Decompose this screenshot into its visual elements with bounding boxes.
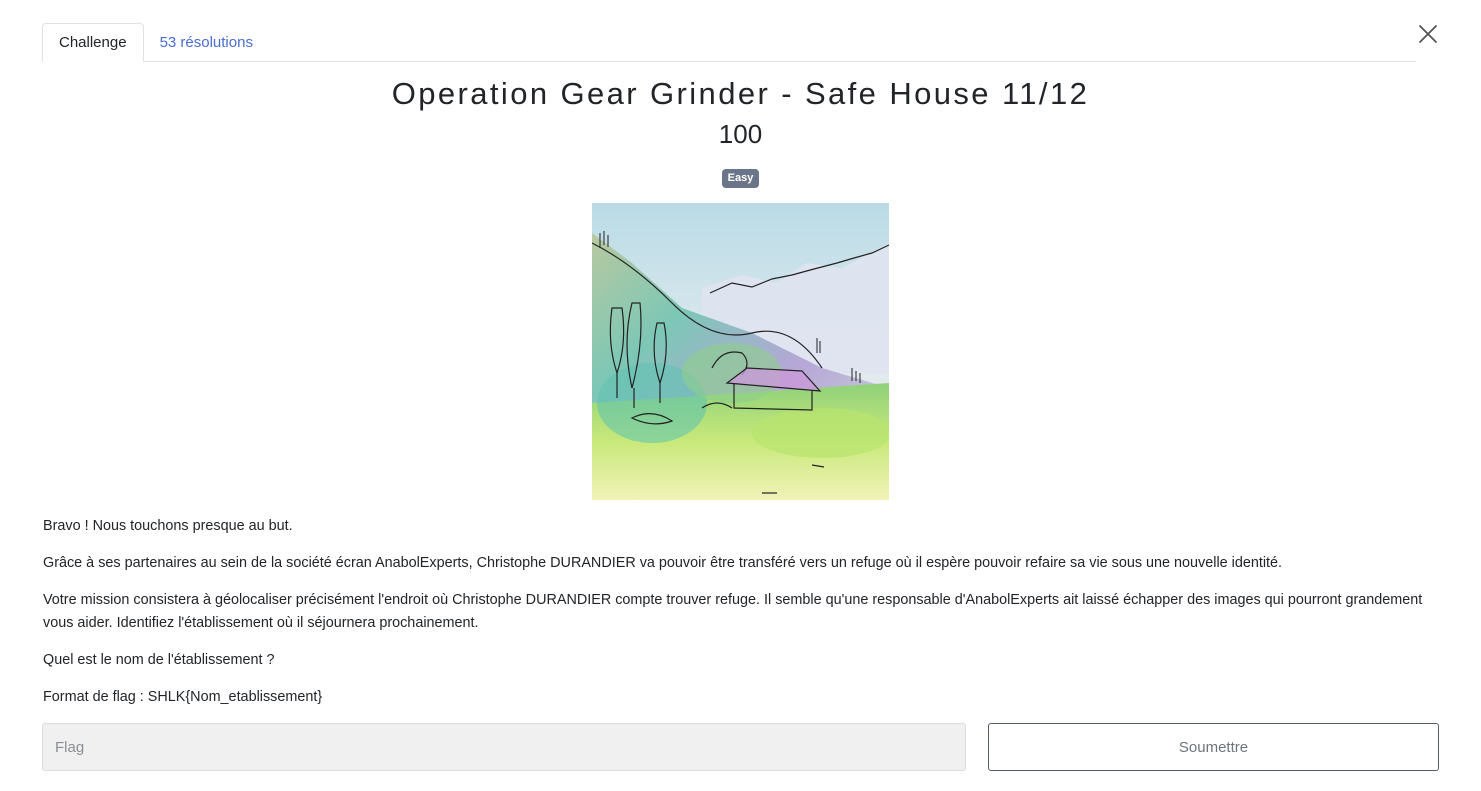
difficulty-badge-wrapper: Easy [0,168,1481,188]
flag-format-text: Format de flag : SHLK{Nom_etablissement} [43,689,323,705]
submit-button[interactable]: Soumettre [988,723,1439,771]
challenge-points: 100 [718,119,763,149]
challenge-title: Operation Gear Grinder - Safe House 11/1… [391,76,1090,111]
tab-bar: Challenge 53 résolutions [42,23,1416,62]
difficulty-badge: Easy [721,169,760,188]
description-paragraph: Bravo ! Nous touchons presque au but. [43,518,293,534]
close-icon [1419,25,1437,43]
description-paragraph: Grâce à ses partenaires au sein de la so… [43,555,1283,571]
challenge-image [592,203,889,500]
tab-challenge[interactable]: Challenge [42,23,144,62]
close-button[interactable] [1414,20,1442,48]
description-paragraph: Votre mission consistera à géolocaliser … [43,592,1423,631]
flag-input[interactable] [42,723,966,771]
challenge-modal: Challenge 53 résolutions Operation Gear … [0,0,1481,791]
challenge-description: Bravo ! Nous touchons presque au but. Gr… [43,515,1443,723]
tab-resolutions[interactable]: 53 résolutions [144,23,269,61]
description-paragraph: Quel est le nom de l'établissement ? [43,652,275,668]
